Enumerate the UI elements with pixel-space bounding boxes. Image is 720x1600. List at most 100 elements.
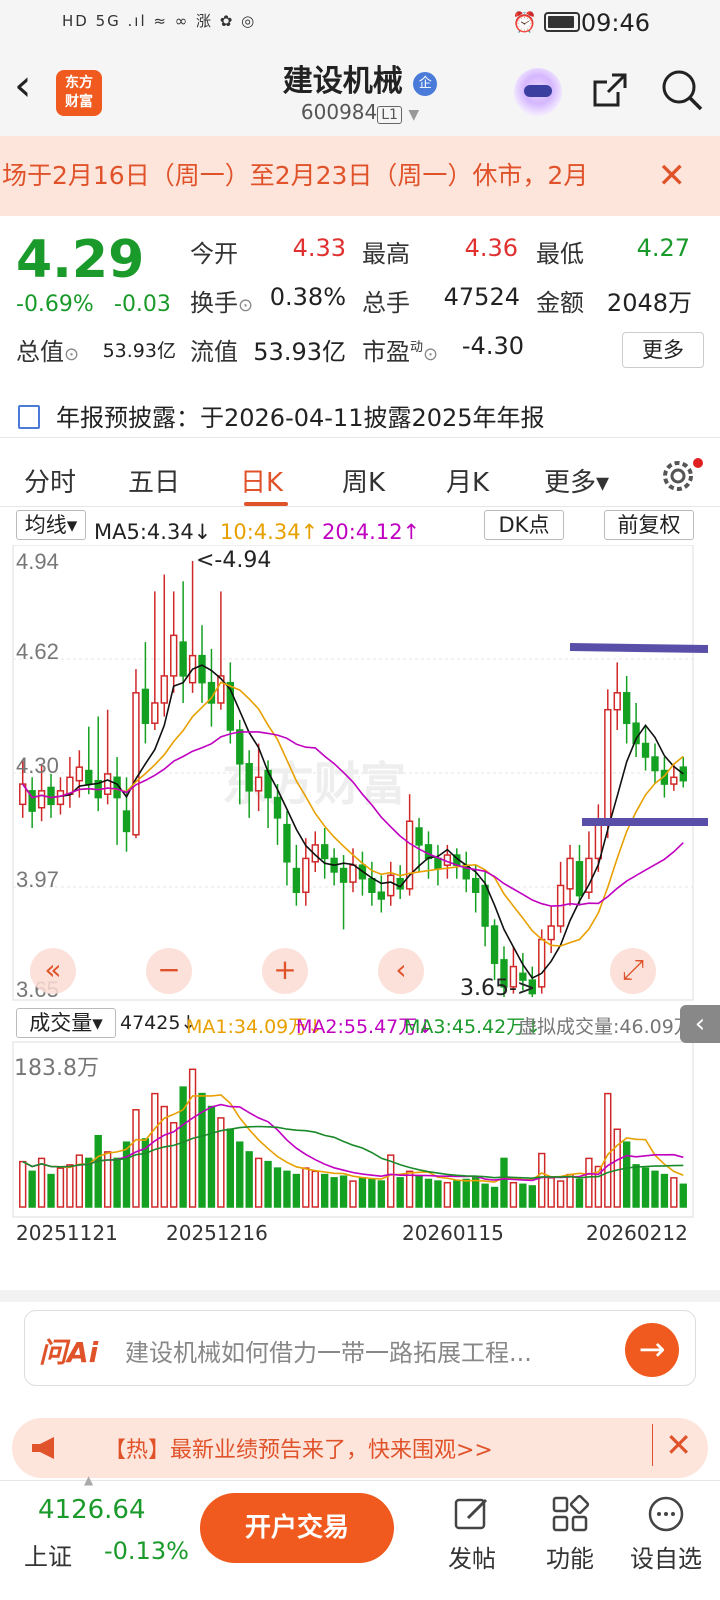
close-icon[interactable]: ✕ [643,136,686,216]
ai-question-box[interactable]: 问Ai 建设机械如何借力一带一路拓展工程... → [24,1310,696,1386]
indicator-selector[interactable]: 均线▾ [16,510,86,540]
section-gap [0,1290,720,1302]
volume-bar [368,1178,376,1208]
volume-bar [358,1177,367,1208]
ai-logo: 问Ai [39,1336,99,1369]
prev-icon[interactable]: ‹ [378,948,424,994]
zoom-out-icon[interactable]: − [146,948,192,994]
volume-bar [453,1180,461,1208]
candle-body [75,766,84,782]
drawn-resistance-line[interactable] [569,643,708,653]
nav-functions[interactable]: 功能 [530,1489,610,1574]
promo-text: 【热】最新业绩预告来了，快来围观>> [104,1438,493,1463]
dk-point-button[interactable]: DK点 [484,510,564,540]
volume-bar [566,1173,574,1208]
candle-body [368,877,376,893]
info-icon: ⊙ [64,344,80,365]
tab-daily-k[interactable]: 日K [240,462,283,499]
candle-body [122,810,131,833]
amount-label: 金额 [536,289,584,317]
gear-icon[interactable] [660,458,696,494]
close-icon[interactable]: ✕ [652,1424,692,1466]
tab-more[interactable]: 更多▾ [544,462,609,499]
more-button[interactable]: 更多 [622,332,704,368]
volume-bar [500,1157,508,1208]
collapse-arrow-icon[interactable]: ‹ [680,1005,720,1043]
volume-ma-line [22,1125,684,1180]
tab-monthly-k[interactable]: 月K [446,462,489,499]
volume-bars [19,1068,687,1208]
robot-assistant-icon[interactable] [514,68,562,116]
y-tick-label: 4.94 [16,549,59,574]
candle-body [434,857,442,870]
open-account-trade-button[interactable]: 开户交易 [200,1493,394,1563]
candle-body [415,827,423,846]
volume-bar [47,1173,55,1208]
nav-post[interactable]: 发帖 [432,1489,512,1574]
pe-value: -4.30 [461,332,524,360]
volume-selector[interactable]: 成交量▾ [16,1008,116,1038]
ma10-value: 10:4.34↑ [220,520,319,544]
volume-bar [490,1186,499,1208]
notice-text: 场于2月16日（周一）至2月23日（周一）休市，2月 [2,161,589,190]
zoom-in-icon[interactable]: + [262,948,308,994]
arrow-right-icon[interactable]: → [625,1323,679,1377]
turnover-value: 0.38% [269,283,346,311]
rewind-icon[interactable]: « [30,948,76,994]
fullscreen-icon[interactable]: ⤢ [610,948,656,994]
float-value: 53.93亿 [253,338,346,366]
share-icon[interactable] [590,70,630,110]
pe-label[interactable]: 市盈动⊙ [362,332,438,367]
status-bar: HD 5G .ıl ≈ ∞ 涨 ✿ ◎ ⏰ 09:46 [0,0,720,46]
candle-body [245,763,253,792]
change-percent: -0.69% [16,292,94,317]
market-notice: 场于2月16日（周一）至2月23日（周一）休市，2月 ✕ [0,136,720,216]
mktcap-label[interactable]: 总值⊙ [16,332,79,367]
expand-caret-icon[interactable]: ▲ [84,1473,93,1487]
tab-five-day[interactable]: 五日 [128,462,180,499]
annual-report-notice[interactable]: 年报预披露：于2026-04-11披露2025年年报 [18,398,545,433]
volume-ma-line [22,1094,684,1183]
promo-banner[interactable]: 【热】最新业绩预告来了，快来围观>> ✕ [12,1418,708,1478]
float-label: 流值 [190,338,238,366]
nav-add-watchlist[interactable]: 设自选 [620,1489,712,1574]
candle-body [481,884,489,927]
volume-bar [415,1175,423,1208]
candle-body [613,692,621,711]
volume-bar [283,1170,291,1208]
volume-bar [622,1141,631,1208]
candle-body [538,938,546,988]
volume-bar [651,1170,659,1208]
volume-bar [670,1177,678,1208]
kline-chart[interactable]: 东方财富 4.94 4.62 4.30 3.97 3.65 <-4.94 3.6… [12,545,708,1265]
volume-bar [273,1167,282,1208]
adjust-button[interactable]: 前复权 [604,510,694,540]
candle-body [424,844,433,860]
ai-question-text: 建设机械如何借力一带一路拓展工程... [125,1339,532,1367]
volume-bar [19,1160,27,1208]
tab-weekly-k[interactable]: 周K [342,462,385,499]
candle-body [575,861,584,897]
turnover-label[interactable]: 换手⊙ [190,283,253,318]
change-amount: -0.03 [114,292,171,317]
high-value: 4.36 [464,234,518,262]
y-tick-label: 4.30 [16,753,59,778]
volume-bar [472,1177,480,1208]
search-icon[interactable] [660,68,704,112]
volume-bar [585,1157,593,1208]
low-value: 4.27 [636,234,690,262]
alarm-icon: ⏰ [512,10,537,34]
volume-bar [660,1173,669,1208]
volume-bar [679,1183,687,1208]
candle-body [472,877,480,893]
tab-timeshare[interactable]: 分时 [24,462,76,499]
grid-icon [552,1494,590,1532]
volume-bar [28,1170,36,1208]
open-label: 今开 [190,240,238,268]
volume-bar [236,1141,244,1208]
index-value[interactable]: 4126.64 [38,1495,146,1525]
edit-icon [454,1498,488,1530]
volume-bar [434,1180,442,1208]
candle-body [141,688,150,724]
candle-body [594,823,603,860]
